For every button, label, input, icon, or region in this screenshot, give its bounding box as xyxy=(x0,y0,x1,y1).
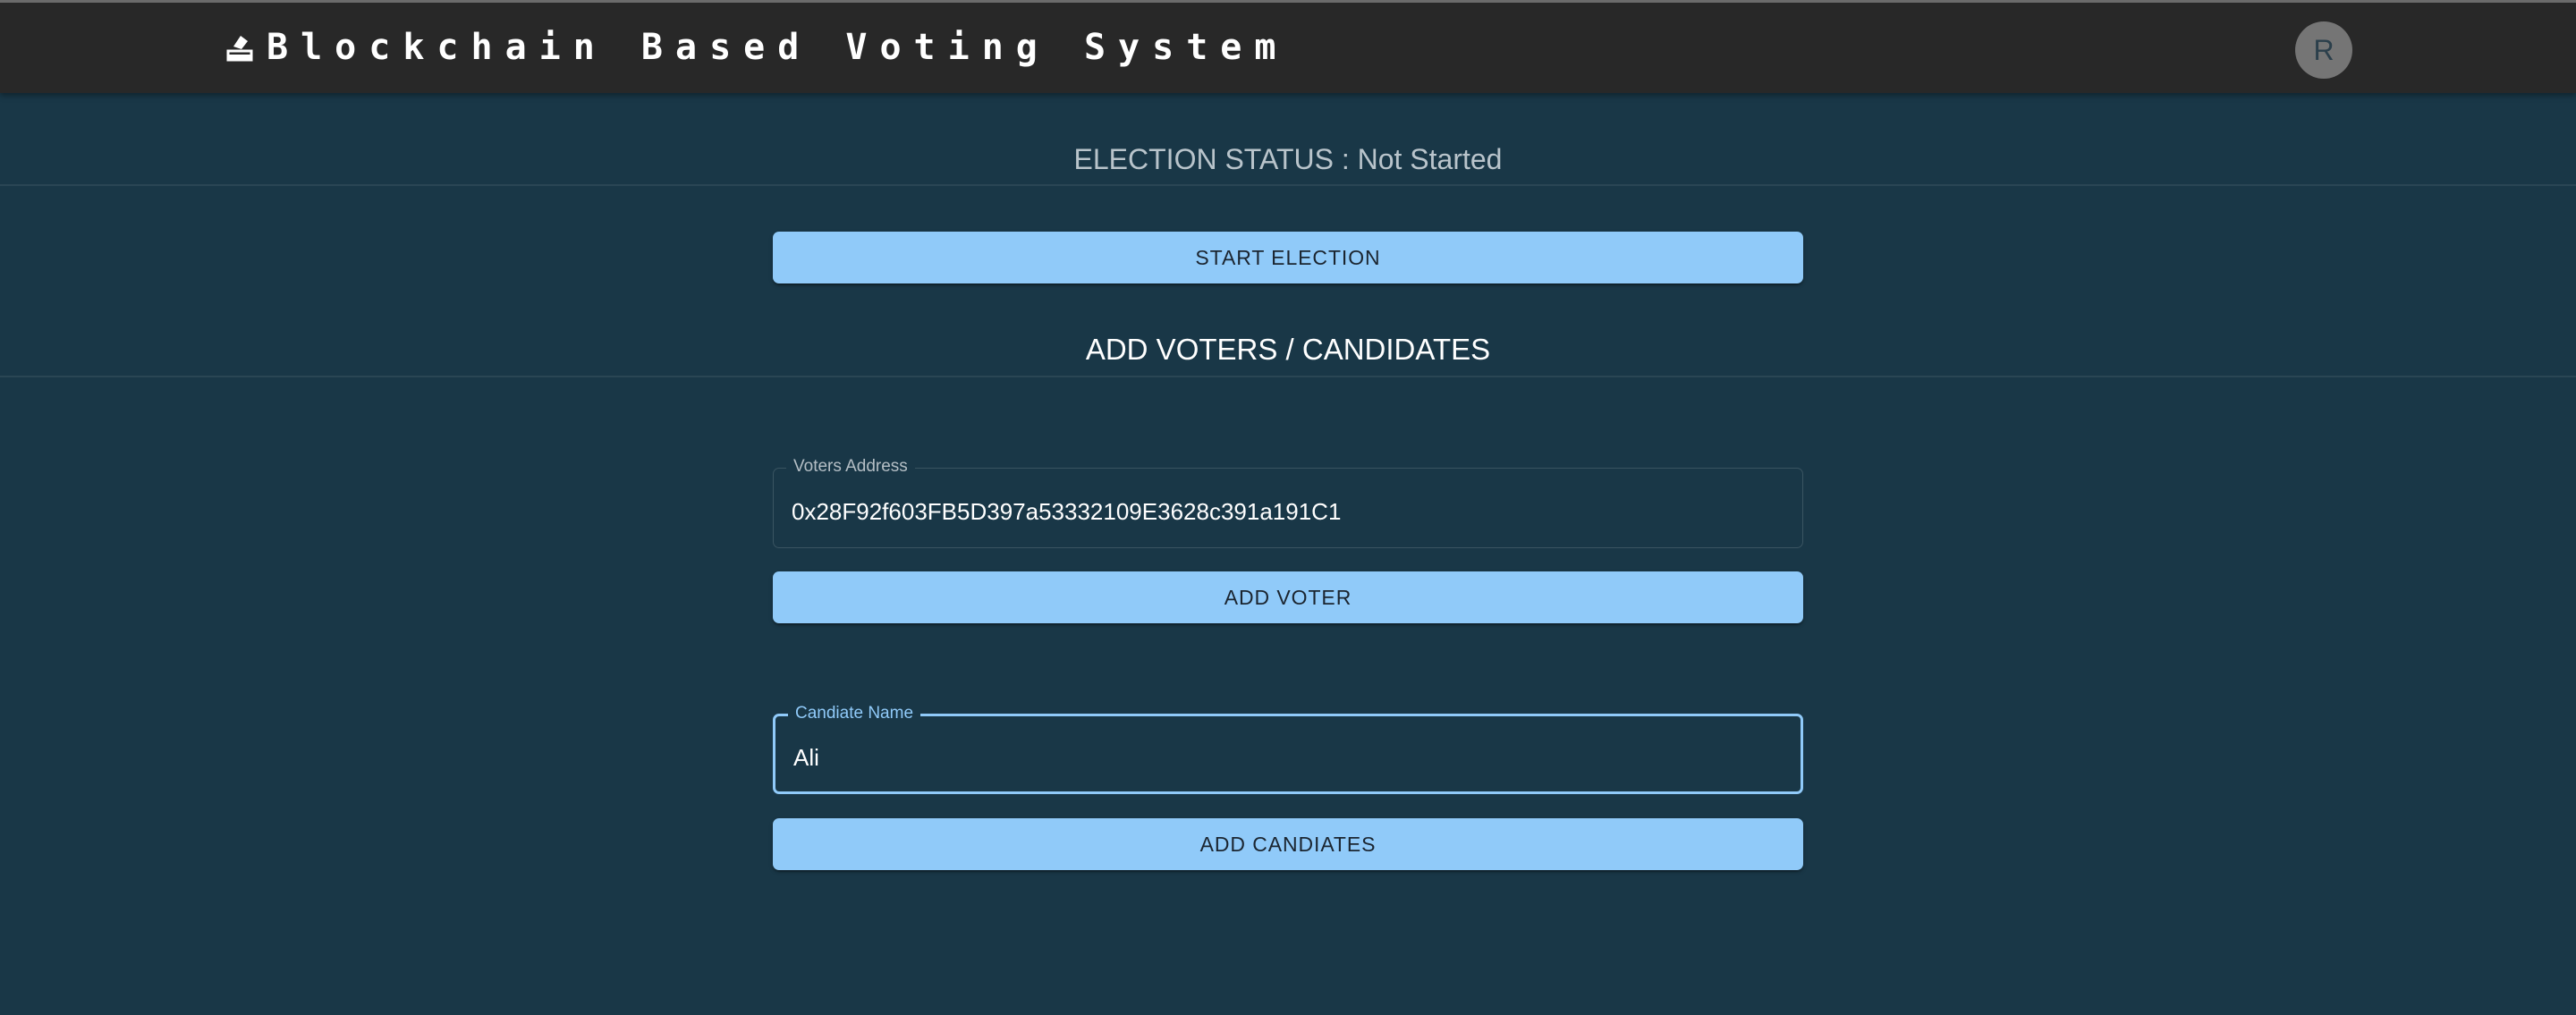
election-status: ELECTION STATUS : Not Started xyxy=(1073,143,1503,175)
add-candidate-button[interactable]: ADD CANDIATES xyxy=(773,818,1803,870)
app-bar: Blockchain Based Voting System R xyxy=(0,0,2576,93)
brand: Blockchain Based Voting System xyxy=(225,24,1288,71)
divider xyxy=(0,184,2576,186)
ballot-box-icon xyxy=(225,31,254,63)
voters-address-input[interactable] xyxy=(792,469,1775,551)
start-election-button[interactable]: START ELECTION xyxy=(773,232,1803,283)
candidate-name-field: Candiate Name xyxy=(773,704,1803,795)
app-title: Blockchain Based Voting System xyxy=(267,27,1289,68)
add-voter-button[interactable]: ADD VOTER xyxy=(773,571,1803,623)
divider xyxy=(0,376,2576,377)
avatar[interactable]: R xyxy=(2295,21,2352,79)
candidate-name-input[interactable] xyxy=(793,716,1777,795)
voters-address-field: Voters Address xyxy=(773,457,1803,551)
section-title: ADD VOTERS / CANDIDATES xyxy=(1085,333,1491,366)
